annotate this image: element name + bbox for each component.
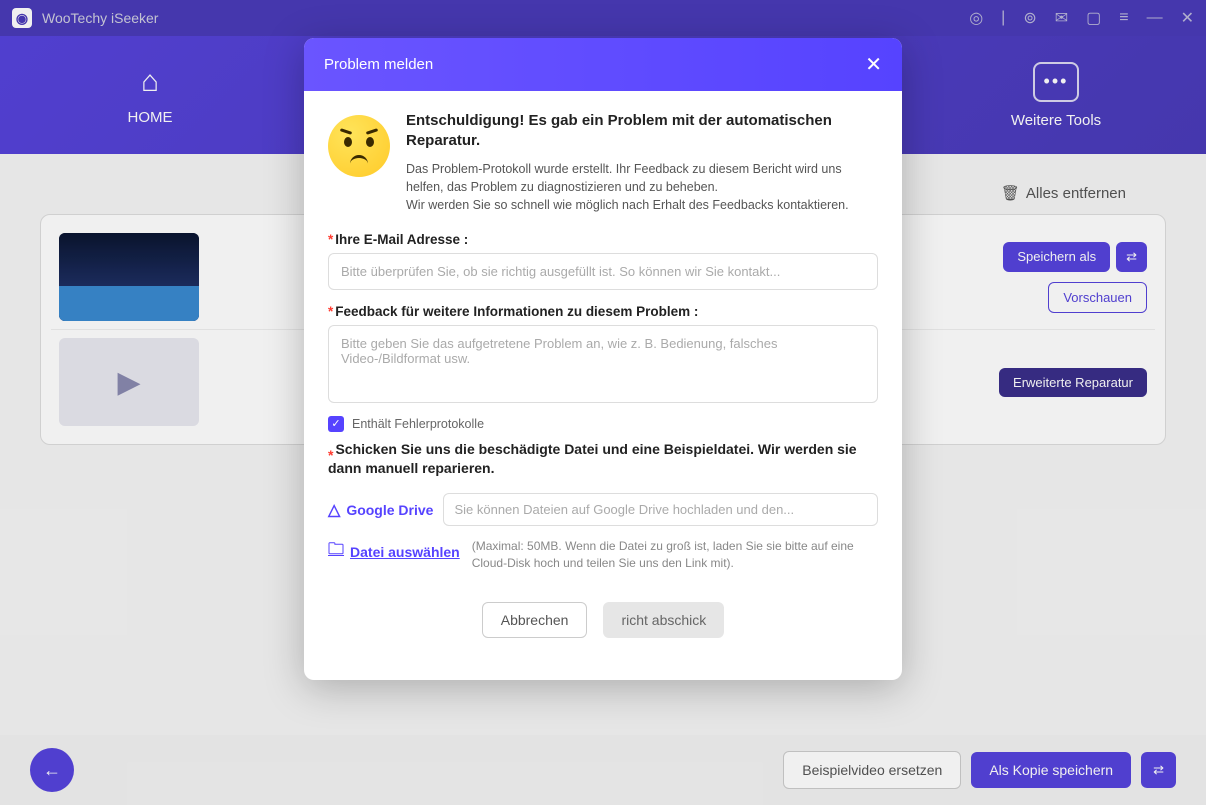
submit-button[interactable]: richt abschick <box>603 602 724 638</box>
modal-footer: Abbrechen richt abschick <box>328 582 878 666</box>
file-size-hint: (Maximal: 50MB. Wenn die Datei zu groß i… <box>472 538 878 572</box>
report-problem-modal: Problem melden ✕ Entschuldigung! Es gab … <box>304 38 902 680</box>
folder-icon: 🗀 <box>328 538 344 565</box>
google-drive-icon: △ <box>328 500 340 520</box>
modal-close-icon[interactable]: ✕ <box>865 52 882 77</box>
modal-header: Problem melden ✕ <box>304 38 902 91</box>
choose-file-button[interactable]: 🗀 Datei auswählen <box>328 538 460 565</box>
apology-block: Entschuldigung! Es gab ein Problem mit d… <box>328 111 878 214</box>
include-logs-row[interactable]: ✓ Enthält Fehlerprotokolle <box>328 416 878 432</box>
modal-title: Problem melden <box>324 56 433 73</box>
apology-heading: Entschuldigung! Es gab ein Problem mit d… <box>406 111 878 152</box>
google-drive-button[interactable]: △ Google Drive <box>328 500 433 520</box>
choose-file-row: 🗀 Datei auswählen (Maximal: 50MB. Wenn d… <box>328 538 878 572</box>
apology-text: Das Problem-Protokoll wurde erstellt. Ih… <box>406 160 878 214</box>
feedback-textarea[interactable] <box>328 325 878 403</box>
upload-prompt: *Schicken Sie uns die beschädigte Datei … <box>328 440 878 479</box>
include-logs-label: Enthält Fehlerprotokolle <box>352 417 484 431</box>
checkbox-checked-icon[interactable]: ✓ <box>328 416 344 432</box>
feedback-label: *Feedback für weitere Informationen zu d… <box>328 304 878 319</box>
google-drive-input[interactable] <box>443 493 878 526</box>
google-drive-row: △ Google Drive <box>328 493 878 526</box>
modal-overlay: Problem melden ✕ Entschuldigung! Es gab … <box>0 0 1206 805</box>
sad-emoji-icon <box>328 115 390 177</box>
cancel-button[interactable]: Abbrechen <box>482 602 588 638</box>
email-label: *Ihre E-Mail Adresse : <box>328 232 878 247</box>
modal-body: Entschuldigung! Es gab ein Problem mit d… <box>304 91 902 680</box>
email-input[interactable] <box>328 253 878 290</box>
